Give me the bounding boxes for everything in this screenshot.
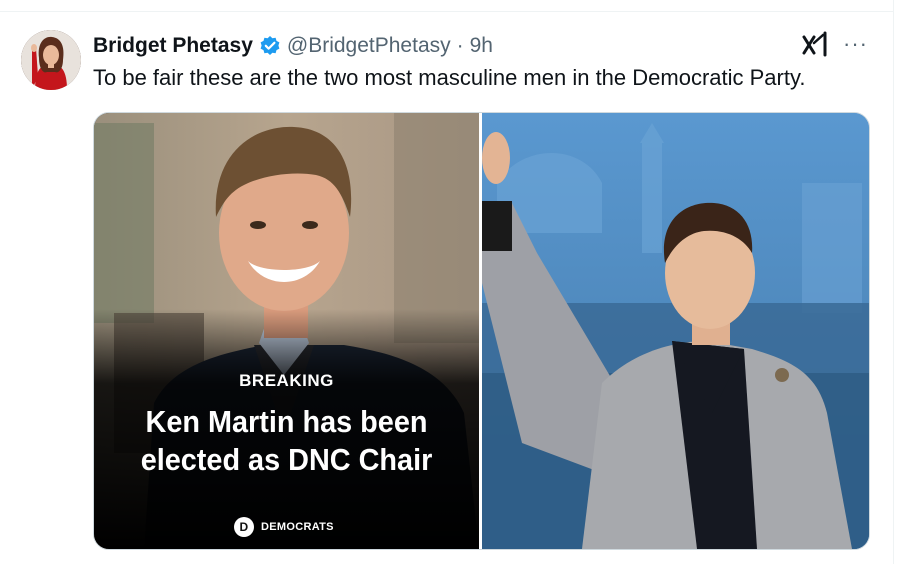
headline-line-2: elected as DNC Chair — [140, 442, 433, 477]
democrats-brand: D DEMOCRATS — [234, 517, 334, 537]
tweet-media-grid[interactable]: BREAKING Ken Martin has been elected as … — [93, 112, 870, 550]
timeline-column-border — [893, 0, 894, 564]
raised-fist-photo — [482, 113, 869, 549]
media-image-dnc-announcement[interactable]: BREAKING Ken Martin has been elected as … — [94, 113, 479, 549]
tweet-timestamp[interactable]: 9h — [470, 34, 493, 58]
dnc-announcement-photo — [94, 113, 479, 549]
grok-icon[interactable] — [801, 29, 829, 59]
author-handle[interactable]: @BridgetPhetasy — [287, 34, 451, 58]
more-icon[interactable]: ··· — [843, 31, 868, 57]
breaking-label: BREAKING — [239, 371, 334, 390]
author-name[interactable]: Bridget Phetasy — [93, 34, 253, 58]
democrats-logo-icon: D — [234, 517, 254, 537]
tweet-text: To be fair these are the two most mascul… — [93, 65, 806, 90]
avatar[interactable] — [21, 30, 81, 90]
media-image-raised-fist[interactable] — [482, 113, 869, 549]
headline-line-1: Ken Martin has been — [145, 404, 428, 439]
headline: Ken Martin has been elected as DNC Chair — [107, 403, 465, 479]
separator-dot: · — [456, 34, 464, 57]
democrats-brand-label: DEMOCRATS — [261, 521, 334, 533]
timeline-divider — [0, 11, 893, 12]
tweet-header: Bridget Phetasy @BridgetPhetasy · 9h — [93, 31, 493, 61]
verified-badge-icon[interactable] — [259, 35, 281, 57]
